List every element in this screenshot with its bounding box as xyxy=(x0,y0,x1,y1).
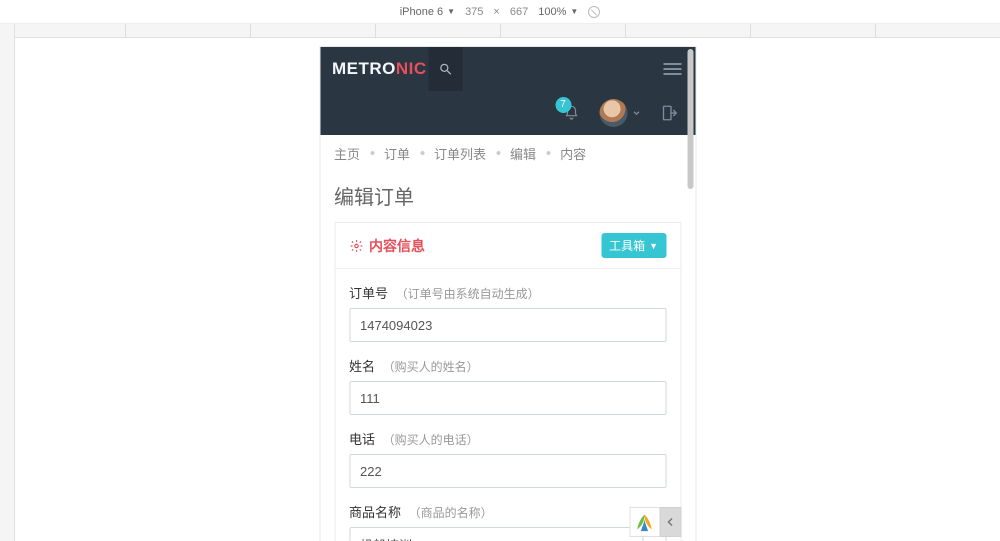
search-icon xyxy=(439,62,453,76)
product-select[interactable]: 帆船培训2 × xyxy=(349,527,666,541)
name-input[interactable] xyxy=(349,381,666,415)
breadcrumb-item[interactable]: 订单 xyxy=(384,144,410,163)
chevron-left-icon xyxy=(664,516,676,528)
device-canvas: METRONIC 7 xyxy=(15,38,1000,541)
zoom-value: 100% xyxy=(538,6,566,18)
breadcrumb: 主页 订单 订单列表 编辑 内容 xyxy=(320,135,695,171)
page-title: 编辑订单 xyxy=(320,171,695,222)
app-header-actions: 7 xyxy=(320,91,695,135)
breadcrumb-item[interactable]: 编辑 xyxy=(510,144,536,163)
logout-icon xyxy=(660,104,678,122)
label-hint: （订单号由系统自动生成） xyxy=(396,287,540,301)
header-left: METRONIC xyxy=(332,47,463,91)
vertical-scrollbar[interactable] xyxy=(683,49,693,539)
yii-debug-toolbar xyxy=(629,506,681,538)
yii-logo[interactable] xyxy=(629,507,659,537)
label-text: 商品名称 xyxy=(349,505,401,520)
throttling-icon[interactable] xyxy=(588,6,600,18)
ruler-horizontal xyxy=(15,24,1000,38)
notifications-button[interactable]: 7 xyxy=(551,91,591,135)
label-hint: （商品的名称） xyxy=(409,506,493,520)
brand-logo[interactable]: METRONIC xyxy=(332,59,427,79)
device-select[interactable]: iPhone 6 ▼ xyxy=(400,6,455,18)
label-text: 电话 xyxy=(349,432,375,447)
breadcrumb-separator-icon xyxy=(546,151,550,155)
yii-collapse-button[interactable] xyxy=(659,507,681,537)
scrollbar-thumb[interactable] xyxy=(687,49,693,189)
order-no-label: 订单号 （订单号由系统自动生成） xyxy=(349,283,666,302)
avatar xyxy=(599,99,627,127)
label-hint: （购买人的电话） xyxy=(383,433,479,447)
toolbox-label: 工具箱 xyxy=(609,237,645,254)
dimension-separator: × xyxy=(493,6,499,18)
devtools-device-bar: iPhone 6 ▼ 375 × 667 100% ▼ xyxy=(0,0,1000,24)
label-hint: （购买人的姓名） xyxy=(383,360,479,374)
phone-label: 电话 （购买人的电话） xyxy=(349,429,666,448)
ruler-vertical xyxy=(0,24,15,541)
portlet-title-text: 内容信息 xyxy=(369,236,425,256)
breadcrumb-item[interactable]: 订单列表 xyxy=(434,144,486,163)
search-button[interactable] xyxy=(429,47,463,91)
portlet-header: 内容信息 工具箱 ▼ xyxy=(335,223,680,269)
breadcrumb-item[interactable]: 主页 xyxy=(334,144,360,163)
device-name: iPhone 6 xyxy=(400,6,443,18)
toolbox-button[interactable]: 工具箱 ▼ xyxy=(601,233,666,258)
field-phone: 电话 （购买人的电话） xyxy=(349,429,666,488)
product-label: 商品名称 （商品的名称） xyxy=(349,502,666,521)
brand-part2: NIC xyxy=(396,59,427,78)
breadcrumb-item[interactable]: 内容 xyxy=(560,144,586,163)
viewport-height[interactable]: 667 xyxy=(510,6,528,18)
label-text: 订单号 xyxy=(349,286,388,301)
user-menu[interactable] xyxy=(593,91,647,135)
phone-input[interactable] xyxy=(349,454,666,488)
field-product: 商品名称 （商品的名称） 帆船培训2 × xyxy=(349,502,666,541)
gear-icon xyxy=(349,239,363,253)
name-label: 姓名 （购买人的姓名） xyxy=(349,356,666,375)
product-select-display: 帆船培训2 × xyxy=(349,527,642,541)
content-portlet: 内容信息 工具箱 ▼ 订单号 （订单号由系统自动生成） 姓名 xyxy=(334,222,681,541)
breadcrumb-separator-icon xyxy=(496,151,500,155)
chevron-down-icon xyxy=(631,108,641,118)
portlet-body: 订单号 （订单号由系统自动生成） 姓名 （购买人的姓名） 电话 （购买人 xyxy=(335,269,680,541)
app-header: METRONIC xyxy=(320,47,695,91)
breadcrumb-separator-icon xyxy=(370,151,374,155)
portlet-title: 内容信息 xyxy=(349,236,425,256)
breadcrumb-separator-icon xyxy=(420,151,424,155)
order-no-input[interactable] xyxy=(349,308,666,342)
product-select-value: 帆船培训2 xyxy=(360,535,419,541)
notification-badge: 7 xyxy=(555,97,571,113)
dropdown-caret-icon: ▼ xyxy=(570,7,578,16)
phone-viewport: METRONIC 7 xyxy=(320,47,695,541)
field-order-no: 订单号 （订单号由系统自动生成） xyxy=(349,283,666,342)
brand-part1: METRO xyxy=(332,59,396,78)
label-text: 姓名 xyxy=(349,359,375,374)
dropdown-caret-icon: ▼ xyxy=(447,7,455,16)
chevron-down-icon: ▼ xyxy=(649,241,658,251)
field-name: 姓名 （购买人的姓名） xyxy=(349,356,666,415)
zoom-select[interactable]: 100% ▼ xyxy=(538,6,578,18)
yii-logo-icon xyxy=(634,511,656,533)
viewport-width[interactable]: 375 xyxy=(465,6,483,18)
